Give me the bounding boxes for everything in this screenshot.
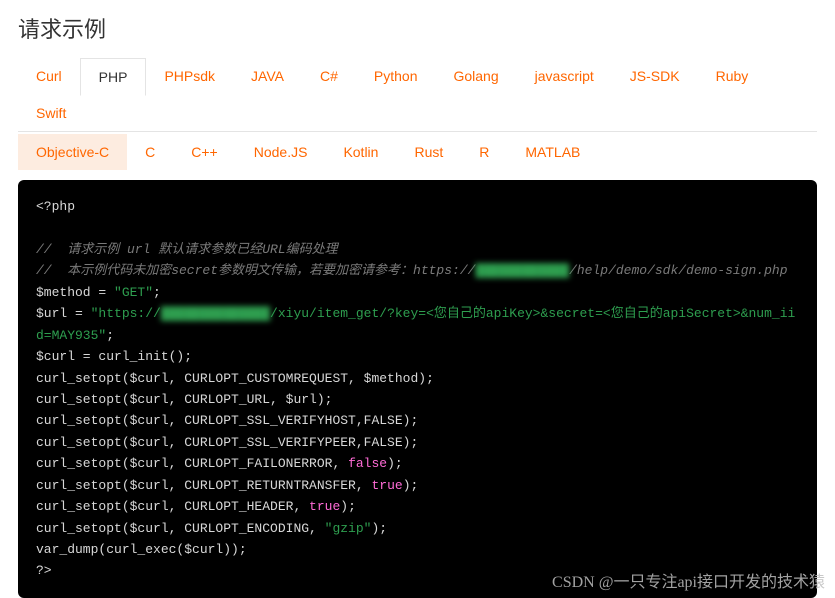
code-setopt-verifypeer: curl_setopt($curl, CURLOPT_SSL_VERIFYPEE… — [36, 435, 418, 450]
tab-golang[interactable]: Golang — [435, 58, 516, 95]
code-method-str: "GET" — [114, 285, 153, 300]
code-true: true — [309, 499, 340, 514]
tab-r[interactable]: R — [461, 134, 507, 170]
tab-curl[interactable]: Curl — [18, 58, 80, 95]
language-tabs: Curl PHP PHPsdk JAVA C# Python Golang ja… — [0, 58, 835, 170]
tab-matlab[interactable]: MATLAB — [507, 134, 598, 170]
tab-cpp[interactable]: C++ — [173, 134, 235, 170]
tab-objective-c[interactable]: Objective-C — [18, 134, 127, 170]
tab-python[interactable]: Python — [356, 58, 436, 95]
code-url-var: $url = — [36, 306, 91, 321]
watermark: CSDN @一只专注api接口开发的技术猿 — [552, 568, 825, 592]
tab-jssdk[interactable]: JS-SDK — [612, 58, 698, 95]
code-setopt-encoding: curl_setopt($curl, CURLOPT_ENCODING, — [36, 521, 325, 536]
code-url-str1: "https:// — [91, 306, 161, 321]
tab-c[interactable]: C — [127, 134, 173, 170]
tab-nodejs[interactable]: Node.JS — [236, 134, 326, 170]
tab-phpsdk[interactable]: PHPsdk — [146, 58, 233, 95]
code-setopt-customrequest: curl_setopt($curl, CURLOPT_CUSTOMREQUEST… — [36, 371, 434, 386]
code-setopt-failonerror: curl_setopt($curl, CURLOPT_FAILONERROR, — [36, 456, 348, 471]
tab-swift[interactable]: Swift — [18, 95, 84, 131]
code-paren-semi: ); — [403, 478, 419, 493]
code-paren-semi: ); — [371, 521, 387, 536]
code-gzip: "gzip" — [325, 521, 372, 536]
code-close-tag: ?> — [36, 563, 52, 578]
tab-csharp[interactable]: C# — [302, 58, 356, 95]
page-title: 请求示例 — [0, 0, 835, 58]
tab-ruby[interactable]: Ruby — [698, 58, 767, 95]
code-comment-2b: /help/demo/sdk/demo-sign.php — [569, 263, 787, 278]
code-snippet: <?php // 请求示例 url 默认请求参数已经URL编码处理 // 本示例… — [18, 180, 817, 598]
tab-java[interactable]: JAVA — [233, 58, 302, 95]
code-vardump: var_dump(curl_exec($curl)); — [36, 542, 247, 557]
code-setopt-header: curl_setopt($curl, CURLOPT_HEADER, — [36, 499, 309, 514]
tab-rust[interactable]: Rust — [396, 134, 461, 170]
code-true: true — [371, 478, 402, 493]
code-open-tag: <?php — [36, 199, 75, 214]
tab-php[interactable]: PHP — [80, 58, 147, 96]
code-semi: ; — [106, 328, 114, 343]
code-setopt-verifyhost: curl_setopt($curl, CURLOPT_SSL_VERIFYHOS… — [36, 413, 418, 428]
code-setopt-url: curl_setopt($curl, CURLOPT_URL, $url); — [36, 392, 332, 407]
code-setopt-returntransfer: curl_setopt($curl, CURLOPT_RETURNTRANSFE… — [36, 478, 371, 493]
code-semi: ; — [153, 285, 161, 300]
tab-javascript[interactable]: javascript — [517, 58, 612, 95]
code-false: false — [348, 456, 387, 471]
code-method-var: $method = — [36, 285, 114, 300]
code-blur-host-1: ████████████ — [475, 263, 569, 278]
code-comment-1: // 请求示例 url 默认请求参数已经URL编码处理 — [36, 242, 338, 257]
code-comment-2a: // 本示例代码未加密secret参数明文传输，若要加密请参考：https:// — [36, 263, 475, 278]
tab-kotlin[interactable]: Kotlin — [325, 134, 396, 170]
code-curl-init: $curl = curl_init(); — [36, 349, 192, 364]
code-paren-semi: ); — [340, 499, 356, 514]
code-blur-host-2: ██████████████ — [161, 306, 270, 321]
code-paren-semi: ); — [387, 456, 403, 471]
